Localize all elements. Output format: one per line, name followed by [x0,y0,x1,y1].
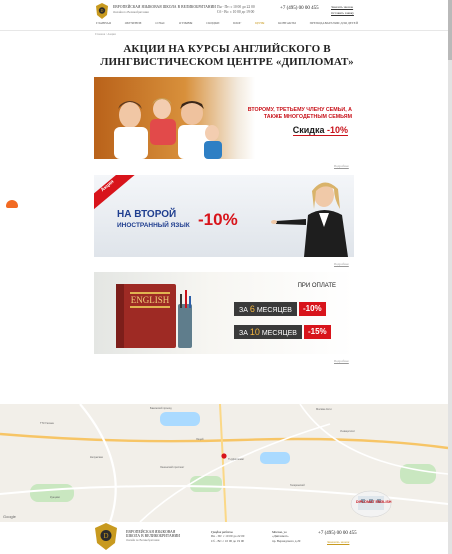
site-footer: D Европейская языковая школа в Великобри… [0,522,448,554]
map-label: Москва-Сити [316,408,332,411]
banner2-discount: -10% [198,210,238,229]
footer-brand: Европейская языковая школа в Великобрита… [126,530,180,543]
nav-item-contacts[interactable]: Контакты [278,21,296,27]
map-label: ТЦ Дипломат [228,458,245,461]
footer-callback-link[interactable]: Заказать звонок [327,540,349,544]
map-label: Бакинский проезд [150,407,172,410]
offer-10-number: 10 [249,327,260,337]
banner1-discount-word: Скидка [292,125,325,135]
school-logo-icon[interactable]: D [95,3,109,19]
nav-item-teachers[interactable]: Преподавателям для детей [310,21,358,27]
banner3-offer-10-months: ЗА 10 МЕСЯЦЕВ -15% [234,325,331,339]
working-hours: Пн - Пт: с 10 00 до 22 00 Сб - Вс: с 10 … [217,5,255,15]
banner1-text: Второму, третьему члену семьи, а также м… [247,107,352,120]
nav-item-home[interactable]: Главная [96,21,111,27]
businesswoman-photo-icon [271,182,348,257]
map-badge-label: DIPLOMAT ENGLISH [356,500,392,504]
page: D Европейская языковая школа в Великобри… [0,0,448,554]
map-label: Гагаринский [290,484,305,487]
header-phone[interactable]: +7 (495) 00 00 455 [280,6,319,11]
banner3-heading: При оплате [297,283,336,289]
svg-text:D: D [101,8,104,13]
map-label: ТТК Гасана [40,422,54,425]
nav-item-courses[interactable]: Обучение [125,21,142,27]
promo-banner-second-language[interactable]: Акция НА ВТОРОЙ ИНОСТРАННЫЙ ЯЗЫК -10% [94,175,354,257]
map-label: Лицей [196,438,204,441]
offer-6-discount: -10% [298,302,326,316]
offer-10-discount: -15% [303,325,331,339]
banner1-discount: Скидка -10% [292,125,348,136]
offer-6-pre: ЗА [239,307,248,314]
english-book-icon: ENGLISH [116,284,192,348]
more-link-3[interactable]: Подробнее [334,359,349,363]
footer-phone[interactable]: +7 (495) 00 00 455 [318,531,357,536]
main-nav: Главная Обучение О нас Отзывы Скидки Бло… [96,21,358,27]
header-divider [0,30,448,31]
brand: Европейская языковая школа в Великобрита… [113,5,217,14]
chat-widget-icon[interactable] [6,200,18,208]
svg-text:ENGLISH: ENGLISH [131,295,170,305]
offer-6-post: МЕСЯЦЕВ [256,307,292,314]
map-attribution: Google [3,514,16,519]
nav-item-discounts[interactable]: Скидки [206,21,219,27]
school-building-badge-icon [350,490,392,518]
more-link-1[interactable]: Подробнее [334,164,349,168]
offer-10-pre: ЗА [239,330,248,337]
hours-weekend: Сб - Вс: с 10 00 до 19 00 [217,10,255,14]
map-label: Университет [340,430,356,433]
discount-underline [292,135,348,136]
banner3-offer-6-months: ЗА 6 МЕСЯЦЕВ -10% [234,302,326,316]
banner1-discount-value: -10% [326,125,348,135]
offer-10-post: МЕСЯЦЕВ [261,330,297,337]
map-label: Кунцево [50,496,60,499]
nav-item-prices[interactable]: Цены [255,21,264,27]
offer-6-number: 6 [249,304,255,314]
map-label: Калужская [90,456,103,459]
svg-text:D: D [103,532,108,540]
nav-item-about[interactable]: О нас [155,21,165,27]
breadcrumb[interactable]: Главная / Акции [95,32,116,36]
request-link[interactable]: Оставить заявку [331,11,354,17]
page-scrollbar[interactable] [448,0,452,554]
family-photo-icon [114,98,222,159]
site-header: D Европейская языковая школа в Великобри… [0,0,448,31]
offer-6-months-label: ЗА 6 МЕСЯЦЕВ [234,302,297,316]
banner2-line1: НА ВТОРОЙ [117,209,177,220]
brand-tagline: Онлайн по Великобритании [113,10,149,14]
footer-hours: График работы Пн - Пт: с 10 00 до 22 00 … [211,530,244,543]
banner2-line2: ИНОСТРАННЫЙ ЯЗЫК [117,222,190,229]
promo-banner-prepay[interactable]: ENGLISH При оплате ЗА 6 МЕСЯЦЕВ -10% ЗА … [94,272,354,354]
scrollbar-thumb[interactable] [448,0,452,60]
footer-brand-small: Онлайн по Великобритании [126,538,160,542]
brand-name: Европейская языковая школа в Великобрита… [113,5,217,9]
nav-item-reviews[interactable]: Отзывы [179,21,193,27]
callback-link[interactable]: Заказать звонок [331,5,354,11]
more-link-2[interactable]: Подробнее [334,262,349,266]
footer-address-line2: пр. Вернадского д.29 [272,538,301,543]
promo-banner-family[interactable]: Второму, третьему члену семьи, а также м… [94,77,354,159]
page-title: АКЦИИ НА КУРСЫ АНГЛИЙСКОГО В ЛИНГВИСТИЧЕ… [100,43,354,68]
nav-item-blog[interactable]: Блог [233,21,241,27]
footer-logo-icon[interactable]: D [94,523,118,550]
footer-address: Москва, ул. «Дипломат» пр. Вернадского д… [272,530,300,543]
footer-hours-line2: Сб - Вс: с 10 00 до 19 00 [211,538,245,543]
header-links: Заказать звонок Оставить заявку [331,5,354,16]
offer-10-months-label: ЗА 10 МЕСЯЦЕВ [234,325,302,339]
map-label: Ленинский проспект [160,466,185,469]
